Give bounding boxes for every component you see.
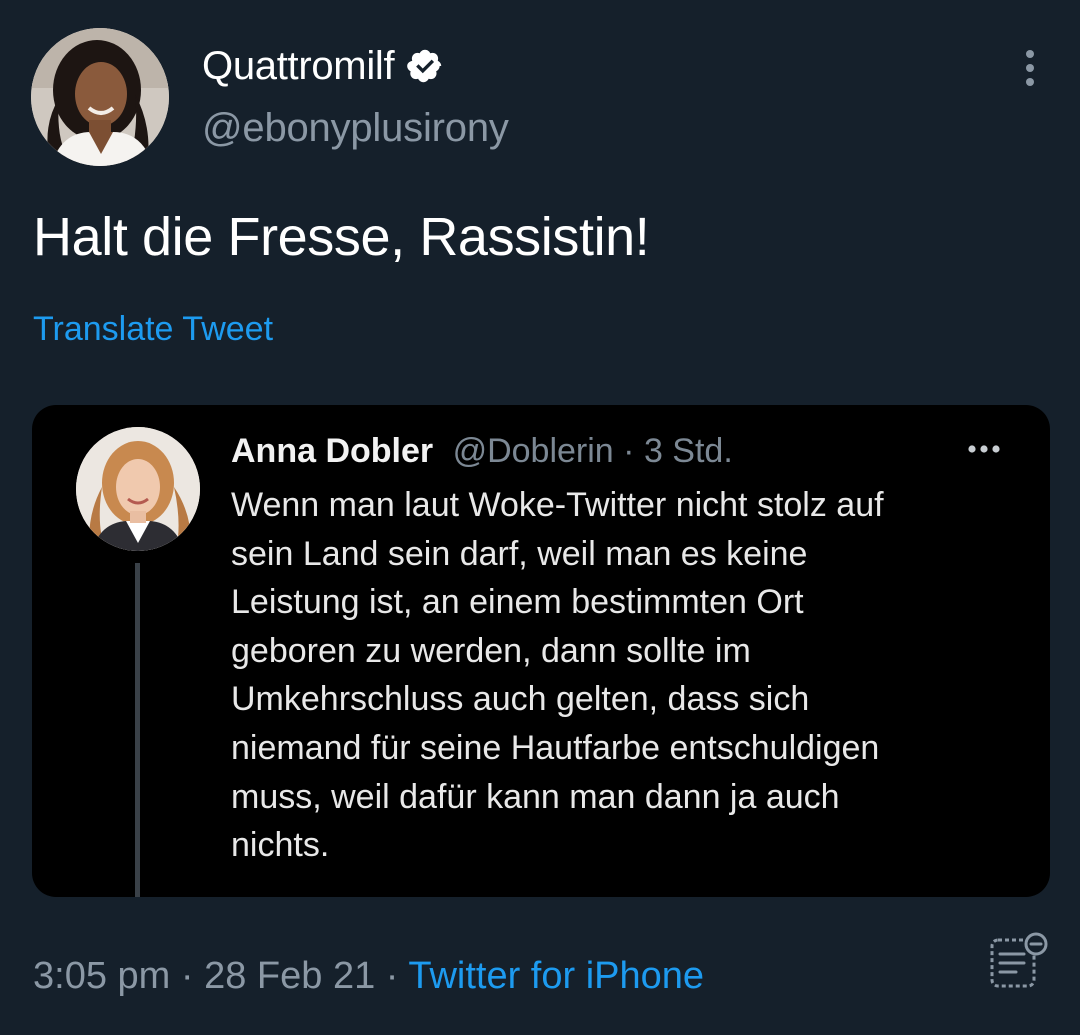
quoted-author-avatar[interactable] [76, 427, 200, 551]
quoted-text-line: muss, weil dafür kann man dann ja auch [231, 777, 840, 816]
quoted-text-line: geboren zu werden, dann sollte im [231, 631, 751, 670]
tweet-time[interactable]: 3:05 pm [33, 955, 170, 997]
author-avatar-image [31, 28, 169, 166]
quoted-text-line: nichts. [231, 826, 330, 865]
quoted-meta-separator: · [613, 432, 644, 470]
quoted-tweet-card[interactable]: Anna Dobler @Doblerin · 3 Std. Wenn man … [32, 405, 1050, 897]
quoted-text-line: sein Land sein darf, weil man es keine [231, 534, 808, 573]
more-horizontal-icon[interactable] [964, 439, 1004, 459]
verified-badge-icon [406, 47, 444, 85]
quoted-author-handle[interactable]: @Doblerin [453, 432, 614, 470]
quoted-tweet-age: 3 Std. [643, 432, 733, 470]
quoted-text-line: niemand für seine Hautfarbe entschuldige… [231, 728, 880, 767]
quoted-author-avatar-image [76, 427, 200, 551]
tweet-date[interactable]: 28 Feb 21 [204, 955, 375, 997]
author-display-name[interactable]: Quattromilf [202, 44, 395, 89]
author-name-row: Quattromilf [202, 40, 444, 92]
tweet-source-link[interactable]: Twitter for iPhone [408, 955, 704, 997]
tweet-footer: 3:05 pm · 28 Feb 21 · Twitter for iPhone [33, 950, 704, 1002]
tweet-detail-screen: Quattromilf @ebonyplusirony Halt die Fre… [0, 0, 1080, 1035]
quoted-text-line: Wenn man laut Woke-Twitter nicht stolz a… [231, 486, 884, 524]
quoted-tweet-text: Wenn man laut Woke-Twitter nicht stolz a… [231, 481, 1011, 870]
quoted-tweet-header: Anna Dobler @Doblerin · 3 Std. [231, 429, 733, 473]
footer-separator: · [375, 955, 409, 997]
quoted-text-line: Leistung ist, an einem bestimmten Ort [231, 583, 804, 622]
footer-separator: · [170, 955, 205, 997]
thread-line [135, 563, 140, 897]
notes-icon[interactable] [988, 930, 1052, 994]
author-avatar[interactable] [31, 28, 169, 166]
more-vertical-icon[interactable] [1012, 46, 1048, 90]
translate-tweet-link[interactable]: Translate Tweet [33, 310, 273, 349]
author-handle[interactable]: @ebonyplusirony [202, 106, 509, 151]
quoted-author-name[interactable]: Anna Dobler [231, 432, 433, 470]
quoted-text-line: Umkehrschluss auch gelten, dass sich [231, 680, 810, 719]
tweet-text: Halt die Fresse, Rassistin! [33, 207, 650, 267]
